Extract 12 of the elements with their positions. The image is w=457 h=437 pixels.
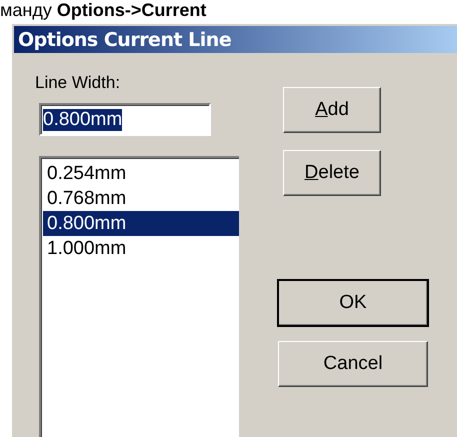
list-item[interactable]: 0.768mm	[43, 186, 239, 211]
window-title: Options Current Line	[18, 28, 232, 50]
document-text: манду Options->Current	[0, 0, 206, 21]
list-item[interactable]: 0.254mm	[43, 161, 239, 186]
side-button[interactable]: Delete	[283, 150, 381, 196]
line-width-field[interactable]: 0.800mm	[39, 103, 211, 136]
side-button[interactable]: Add	[283, 87, 381, 133]
dialog-button[interactable]: OK	[278, 280, 428, 326]
list-item[interactable]: 1.000mm	[43, 236, 239, 261]
list-item[interactable]: 0.800mm	[43, 211, 239, 236]
dialog-button[interactable]: Cancel	[278, 341, 428, 387]
field-label: Line Width:	[35, 73, 122, 93]
